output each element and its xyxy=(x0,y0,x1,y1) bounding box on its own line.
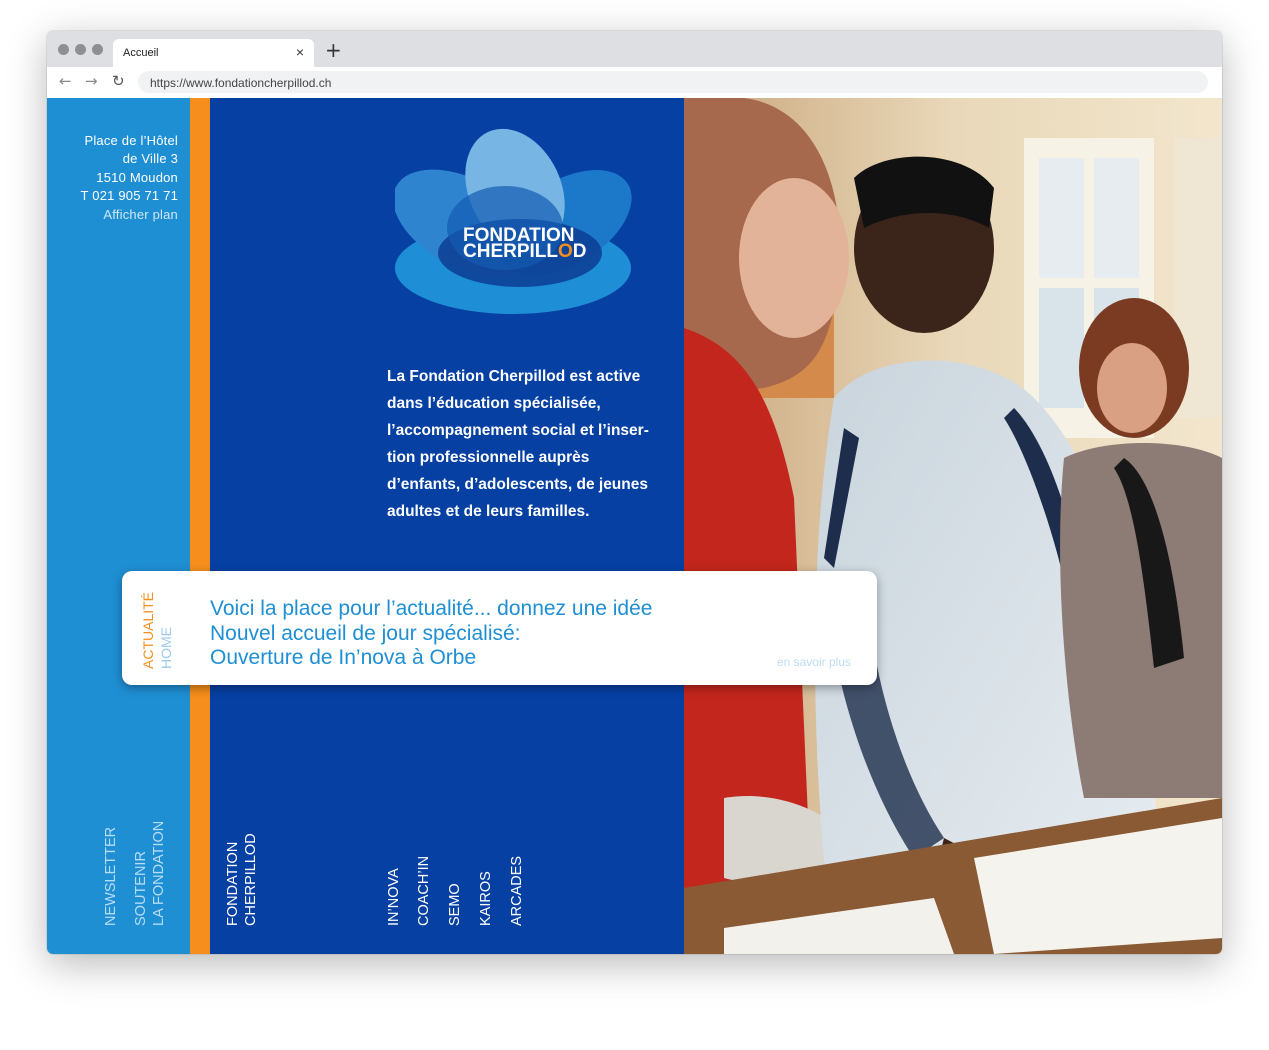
address-city: 1510 Moudon xyxy=(96,169,178,185)
nav-la-fondation[interactable]: LA FONDATION xyxy=(151,821,168,926)
reload-icon[interactable]: ↻ xyxy=(112,72,125,90)
close-icon[interactable]: × xyxy=(296,44,304,60)
hero-photo-illustration xyxy=(684,98,1222,954)
read-more-link[interactable]: en savoir plus xyxy=(777,655,851,669)
logo-line-2-a: CHERPILL xyxy=(463,241,558,262)
fondation-logo[interactable]: FONDATION CHERPILLOD xyxy=(393,128,635,318)
address-street: Place de l’Hôtel xyxy=(84,133,178,148)
url-text: https://www.fondationcherpillod.ch xyxy=(150,76,332,90)
intro-line: tion professionnelle auprès xyxy=(387,449,590,466)
nav-semo[interactable]: SEMO xyxy=(447,883,464,926)
nav-coachin[interactable]: COACH’IN xyxy=(416,856,433,926)
nav-kairos[interactable]: KAIROS xyxy=(478,871,495,926)
tab-accueil[interactable]: Accueil × xyxy=(113,39,314,67)
news-line: Voici la place pour l’actualité... donne… xyxy=(210,597,653,620)
intro-line: dans l’éducation spécialisée, xyxy=(387,395,601,412)
logo-petals-icon xyxy=(393,128,632,314)
sidebar-orange-stripe xyxy=(190,98,210,954)
nav-fondation-line-1[interactable]: FONDATION xyxy=(225,842,242,926)
tab-actualite[interactable]: ACTUALITÉ xyxy=(140,592,156,669)
logo-line-2-o: O xyxy=(558,241,573,262)
tab-title: Accueil xyxy=(123,47,159,59)
back-icon[interactable]: ← xyxy=(59,72,72,90)
forward-icon[interactable]: → xyxy=(85,72,98,90)
news-box: ACTUALITÉ HOME Voici la place pour l’act… xyxy=(122,571,877,685)
logo-line-2-b: D xyxy=(572,241,587,262)
window-minimize-dot[interactable] xyxy=(75,44,86,55)
intro-text: La Fondation Cherpillod est active dans … xyxy=(387,363,682,525)
logo-wordmark: FONDATION CHERPILLOD xyxy=(463,226,587,262)
nav-soutenir[interactable]: SOUTENIR xyxy=(133,851,150,926)
intro-line: adultes et de leurs familles. xyxy=(387,503,590,520)
window-maximize-dot[interactable] xyxy=(92,44,103,55)
news-headlines[interactable]: Voici la place pour l’actualité... donne… xyxy=(210,597,652,671)
address-phone: T 021 905 71 71 xyxy=(80,188,178,204)
news-line: Nouvel accueil de jour spécialisé: xyxy=(210,621,521,645)
news-line: Ouverture de In’nova à Orbe xyxy=(210,646,477,669)
logo-line-2: CHERPILLOD xyxy=(463,241,587,262)
intro-line: La Fondation Cherpillod est active xyxy=(387,368,641,385)
browser-window: Accueil × + ← → ↻ https://www.fondationc… xyxy=(47,31,1222,954)
tab-home[interactable]: HOME xyxy=(158,627,174,669)
toolbar: ← → ↻ https://www.fondationcherpillod.ch xyxy=(47,67,1222,99)
map-link[interactable]: Afficher plan xyxy=(47,206,178,224)
tab-bar: Accueil × + xyxy=(47,31,1222,67)
nav-innova[interactable]: IN’NOVA xyxy=(386,868,403,926)
intro-line: l’accompagnement social et l’inser- xyxy=(387,422,649,439)
address-block: Place de l’Hôtel de Ville 3 1510 Moudon … xyxy=(47,132,178,224)
window-close-dot[interactable] xyxy=(58,44,69,55)
address-bar[interactable]: https://www.fondationcherpillod.ch xyxy=(138,71,1208,93)
new-tab-icon[interactable]: + xyxy=(325,38,342,62)
nav-fondation-line-2[interactable]: CHERPILLOD xyxy=(243,833,260,926)
page-content: Place de l’Hôtel de Ville 3 1510 Moudon … xyxy=(47,98,1222,954)
hero-photo xyxy=(684,98,1222,954)
nav-newsletter[interactable]: NEWSLETTER xyxy=(103,827,120,926)
nav-arcades[interactable]: ARCADES xyxy=(509,856,526,926)
address-street-2: de Ville 3 xyxy=(122,151,178,167)
sidebar-light-blue xyxy=(47,98,190,954)
intro-line: d’enfants, d’adolescents, de jeunes xyxy=(387,476,648,493)
